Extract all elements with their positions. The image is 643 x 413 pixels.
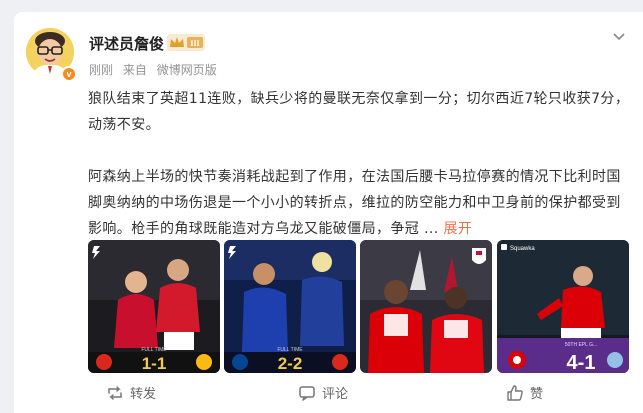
ellipsis: ... xyxy=(424,221,439,237)
post-meta: 刚刚 来自 微博网页版 xyxy=(89,61,217,78)
post-paragraph-2-text: 阿森纳上半场的快节奏消耗战起到了作用，在法国后腰卡马拉停赛的情况下比利时国脚奥纳… xyxy=(88,169,621,237)
post-image-3[interactable] xyxy=(360,240,492,373)
vip-level-badge[interactable]: III xyxy=(167,34,205,51)
image-4-brand: Squawka xyxy=(510,246,535,252)
post-content: 狼队结束了英超11连败，缺兵少将的曼联无奈仅拿到一分；切尔西近7轮只收获7分，动… xyxy=(88,86,633,242)
post-time[interactable]: 刚刚 xyxy=(89,63,113,77)
action-bar: 转发 评论 赞 xyxy=(84,375,629,411)
thumbs-up-icon xyxy=(507,384,523,401)
repost-label: 转发 xyxy=(130,387,157,402)
post-image-2[interactable]: FULL TIME 2-2 xyxy=(224,240,356,373)
club-crest-icon xyxy=(472,248,486,264)
image-4-score: 4-1 xyxy=(567,352,596,373)
expand-link[interactable]: 展开 xyxy=(443,221,472,237)
repost-button[interactable]: 转发 xyxy=(106,383,156,402)
comment-icon xyxy=(299,385,315,401)
comment-label: 评论 xyxy=(322,387,349,402)
author-name[interactable]: 评述员詹俊 xyxy=(89,33,164,54)
image-2-score: 2-2 xyxy=(278,354,303,373)
squawka-logo-icon xyxy=(501,244,507,250)
verified-badge: v xyxy=(61,66,77,82)
image-1-tag: FULL TIME xyxy=(141,347,167,353)
post-image-1[interactable]: FULL TIME 1-1 xyxy=(88,240,220,373)
vip-level-text: III xyxy=(190,39,199,48)
post-image-4[interactable]: Squawka 50TH EPL G... 4-1 xyxy=(497,240,629,373)
repost-icon xyxy=(108,385,122,400)
post-source[interactable]: 微博网页版 xyxy=(157,63,217,77)
chevron-down-icon[interactable] xyxy=(611,28,627,41)
post-paragraph-1: 狼队结束了英超11连败，缺兵少将的曼联无奈仅拿到一分；切尔西近7轮只收获7分，动… xyxy=(88,91,630,133)
comment-button[interactable]: 评论 xyxy=(298,383,348,402)
like-label: 赞 xyxy=(530,387,544,402)
source-prefix: 来自 xyxy=(122,63,147,77)
image-2-tag: FULL TIME xyxy=(277,347,303,353)
post-paragraph-2: 阿森纳上半场的快节奏消耗战起到了作用，在法国后腰卡马拉停赛的情况下比利时国脚奥纳… xyxy=(88,164,633,242)
image-1-score: 1-1 xyxy=(142,354,167,373)
like-button[interactable]: 赞 xyxy=(506,383,543,402)
image-4-tag: 50TH EPL G... xyxy=(565,342,597,348)
